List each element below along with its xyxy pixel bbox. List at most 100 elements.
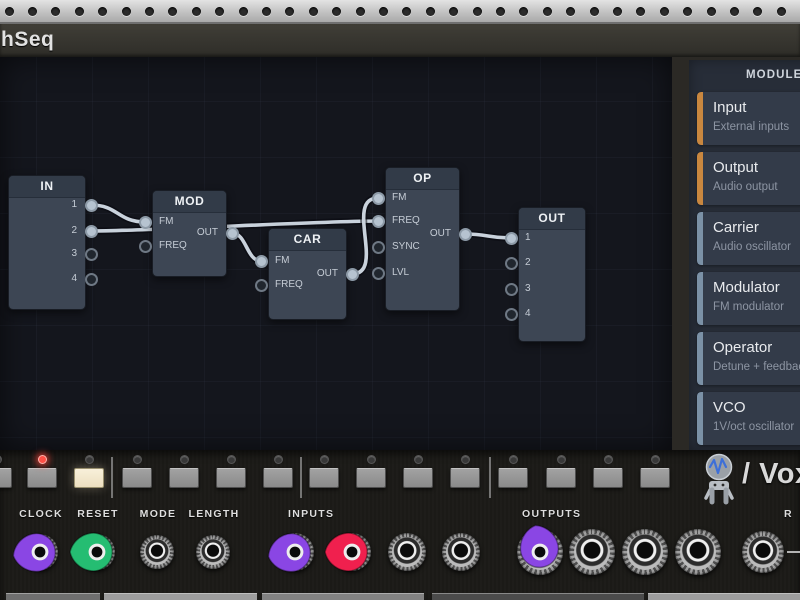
port-label: FREQ [392,216,420,226]
step-button-15[interactable] [640,468,670,488]
brand-logo-text: / Voxglitch [742,458,800,491]
port-out-3[interactable] [505,283,518,296]
module-title: hSeq [1,28,54,52]
graph-node-title[interactable]: IN [9,176,85,198]
jack-socket-13[interactable] [742,531,784,573]
module-item-subtitle: FM modulator [713,301,784,313]
panel-graphic-line [787,551,800,553]
graph-node-title[interactable]: MOD [153,191,226,213]
port-in-1[interactable] [85,199,98,212]
port-op-sync[interactable] [372,241,385,254]
rail-screw-hole [707,7,716,16]
port-op-fm[interactable] [372,192,385,205]
bottom-rail-segment [432,593,644,600]
port-out-2[interactable] [505,257,518,270]
port-in-2[interactable] [85,225,98,238]
jack-mode[interactable] [140,535,174,569]
rail-screw-hole [239,7,248,16]
step-button-6[interactable] [216,468,246,488]
step-button-1[interactable] [0,468,12,488]
step-button-14[interactable] [593,468,623,488]
port-label: OUT [430,229,451,239]
cable-plug-purple[interactable] [8,520,72,589]
port-in-4[interactable] [85,273,98,286]
port-mod-fm[interactable] [139,216,152,229]
step-button-2[interactable] [27,468,57,488]
rail-screw-hole [566,7,575,16]
jack-socket-11[interactable] [622,529,668,575]
port-label: 1 [525,233,531,243]
port-mod-out[interactable] [226,227,239,240]
step-button-12[interactable] [498,468,528,488]
port-car-out[interactable] [346,268,359,281]
sidebar-item-operator[interactable]: OperatorDetune + feedback [697,332,800,385]
step-button-11[interactable] [450,468,480,488]
port-in-3[interactable] [85,248,98,261]
step-button-9[interactable] [356,468,386,488]
step-button-4[interactable] [122,468,152,488]
port-op-freq[interactable] [372,215,385,228]
graph-node-out[interactable]: OUT [518,207,586,342]
rail-screw-hole [519,7,528,16]
cable-plug-purple[interactable] [508,520,572,589]
sidebar-item-vco[interactable]: VCO1V/oct oscillator [697,392,800,445]
port-op-out[interactable] [459,228,472,241]
rail-screw-hole [590,7,599,16]
button-group-divider [300,457,302,498]
sidebar-item-carrier[interactable]: CarrierAudio oscillator [697,212,800,265]
patch-cable[interactable] [352,198,378,274]
sidebar-item-output[interactable]: OutputAudio output [697,152,800,205]
step-button-13[interactable] [546,468,576,488]
step-button-8[interactable] [309,468,339,488]
port-out-4[interactable] [505,308,518,321]
step-button-5[interactable] [169,468,199,488]
jack-socket-10[interactable] [569,529,615,575]
step-button-3[interactable] [74,468,104,488]
port-car-freq[interactable] [255,279,268,292]
module-item-title: Output [713,159,758,176]
patch-editor-canvas[interactable]: IN1234MODFMFREQOUTCARFMFREQOUTOPFMFREQSY… [0,57,672,450]
module-title-strip: hSeq [0,24,800,57]
step-button-10[interactable] [403,468,433,488]
rail-screw-hole [636,7,645,16]
port-op-lvl[interactable] [372,267,385,280]
graph-node-title[interactable]: OP [386,168,459,190]
cable-plug-green[interactable] [65,520,129,589]
graph-node-title[interactable]: OUT [519,208,585,230]
module-accent-bar [697,272,703,325]
port-label: FREQ [275,280,303,290]
cable-plug-red[interactable] [320,520,384,589]
cable-plug-purple[interactable] [263,520,327,589]
jack-length[interactable] [196,535,230,569]
module-item-title: Carrier [713,219,759,236]
port-label: LVL [392,268,409,278]
rail-screw-hole [660,7,669,16]
rail-screw-hole [262,7,271,16]
button-group-divider [111,457,113,498]
rail-screw-hole [473,7,482,16]
jack-socket-8[interactable] [442,533,480,571]
port-mod-freq[interactable] [139,240,152,253]
port-car-fm[interactable] [255,255,268,268]
port-out-1[interactable] [505,232,518,245]
jack-label-length: LENGTH [189,508,240,520]
sidebar-item-modulator[interactable]: ModulatorFM modulator [697,272,800,325]
jack-socket-7[interactable] [388,533,426,571]
step-led-3 [85,455,94,464]
rail-screw-hole [379,7,388,16]
module-accent-bar [697,152,703,205]
graph-node-in[interactable]: IN [8,175,86,310]
step-led-15 [651,455,660,464]
rail-screw-hole [285,7,294,16]
module-accent-bar [697,212,703,265]
step-led-5 [180,455,189,464]
step-button-7[interactable] [263,468,293,488]
section-label-outputs: OUTPUTS [522,508,581,520]
module-item-title: Operator [713,339,772,356]
sidebar-item-input[interactable]: InputExternal inputs [697,92,800,145]
graph-node-op[interactable]: OP [385,167,460,311]
module-accent-bar [697,332,703,385]
graph-node-title[interactable]: CAR [269,229,346,251]
rail-screw-hole [332,7,341,16]
jack-socket-12[interactable] [675,529,721,575]
